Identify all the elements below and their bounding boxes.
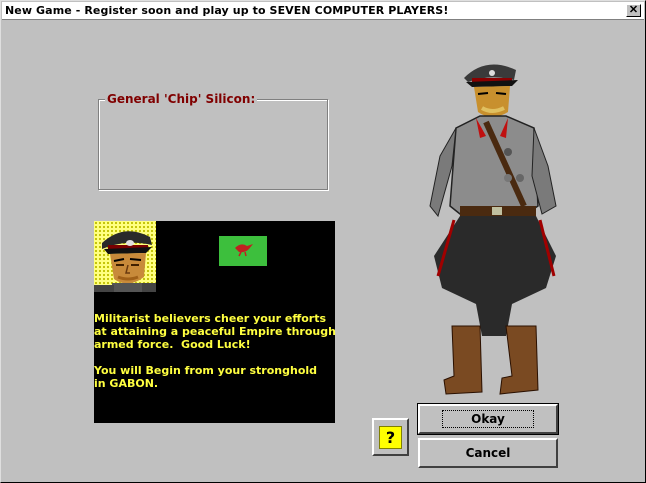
general-figure	[416, 56, 566, 404]
cancel-button-label: Cancel	[465, 446, 511, 460]
close-icon: ✕	[628, 4, 639, 16]
title-bar[interactable]: New Game - Register soon and play up to …	[2, 2, 644, 20]
briefing-text: Militarist believers cheer your efforts …	[94, 312, 336, 390]
okay-button[interactable]: Okay	[417, 403, 559, 435]
general-name-label: General 'Chip' Silicon:	[105, 92, 258, 106]
close-button[interactable]: ✕	[626, 4, 641, 17]
country-flag	[219, 236, 267, 266]
info-panel: Militarist believers cheer your efforts …	[94, 221, 336, 423]
help-button[interactable]: ?	[372, 418, 409, 456]
window-title: New Game - Register soon and play up to …	[5, 4, 449, 17]
new-game-dialog: New Game - Register soon and play up to …	[0, 0, 646, 483]
bird-emblem-icon	[235, 244, 253, 257]
help-icon: ?	[379, 425, 402, 449]
okay-button-label: Okay	[442, 410, 534, 428]
cancel-button[interactable]: Cancel	[418, 438, 558, 468]
general-groupbox	[98, 99, 328, 190]
general-portrait	[94, 221, 156, 292]
